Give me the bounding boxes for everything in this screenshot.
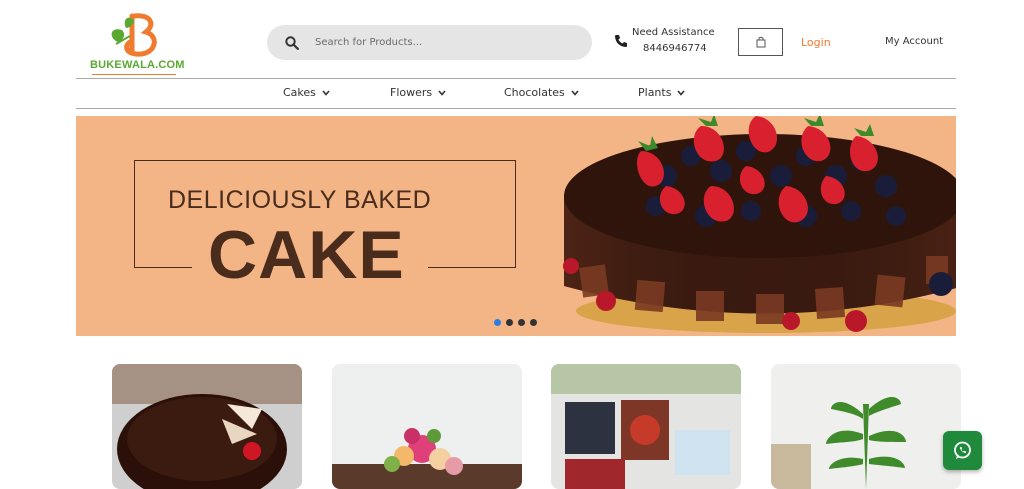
nav-bottom-divider — [76, 108, 956, 109]
bukewala-logo-icon — [111, 13, 157, 57]
assistance-phone[interactable]: 8446946774 — [643, 43, 707, 54]
flower-bouquet-image — [332, 364, 522, 489]
nav-item-plants[interactable]: Plants — [638, 86, 686, 99]
lucky-bamboo-image — [771, 364, 961, 489]
carousel-dots — [494, 319, 537, 326]
chevron-down-icon — [438, 89, 446, 96]
nav-item-label: Chocolates — [504, 86, 565, 99]
carousel-dot[interactable] — [518, 319, 525, 326]
assistance-block: Need Assistance 8446946774 — [614, 27, 724, 59]
search-bar — [267, 25, 592, 60]
chevron-down-icon — [677, 89, 686, 96]
product-card-lucky-bamboo[interactable] — [771, 364, 961, 489]
login-link[interactable]: Login — [801, 36, 831, 49]
search-icon[interactable] — [285, 36, 299, 50]
banner-title: CAKE — [208, 217, 405, 293]
product-card-flower-bouquet[interactable] — [332, 364, 522, 489]
product-card-chocolate-cake[interactable] — [112, 364, 302, 489]
hero-banner[interactable]: DELICIOUSLY BAKED CAKE — [76, 116, 956, 336]
shopping-bag-icon — [756, 36, 766, 48]
nav-item-label: Cakes — [283, 86, 316, 99]
search-input[interactable] — [315, 25, 575, 60]
chocolate-cake-image — [112, 364, 302, 489]
nav-item-label: Flowers — [390, 86, 433, 99]
phone-icon — [615, 35, 627, 47]
whatsapp-icon — [954, 441, 971, 459]
main-nav: Cakes Flowers Chocolates Plants — [76, 79, 956, 107]
nav-item-chocolates[interactable]: Chocolates — [504, 86, 579, 99]
nav-item-label: Plants — [638, 86, 672, 99]
nav-item-flowers[interactable]: Flowers — [390, 86, 446, 99]
my-account-link[interactable]: My Account — [885, 36, 943, 47]
chevron-down-icon — [322, 89, 330, 96]
carousel-dot[interactable] — [530, 319, 537, 326]
logo-underline — [92, 74, 176, 75]
cake-image — [563, 116, 956, 333]
logo-text: BUKEWALA.COM — [90, 59, 185, 71]
banner-headline: DELICIOUSLY BAKED — [168, 186, 432, 214]
assistance-title: Need Assistance — [632, 27, 715, 38]
nav-item-cakes[interactable]: Cakes — [283, 86, 330, 99]
product-card-photo-frames[interactable] — [551, 364, 741, 489]
carousel-dot[interactable] — [506, 319, 513, 326]
cart-button[interactable] — [738, 28, 783, 56]
carousel-dot[interactable] — [494, 319, 501, 326]
chevron-down-icon — [571, 89, 579, 96]
photo-frames-image — [551, 364, 741, 489]
whatsapp-button[interactable] — [943, 431, 982, 470]
site-logo[interactable]: BUKEWALA.COM — [90, 12, 185, 75]
